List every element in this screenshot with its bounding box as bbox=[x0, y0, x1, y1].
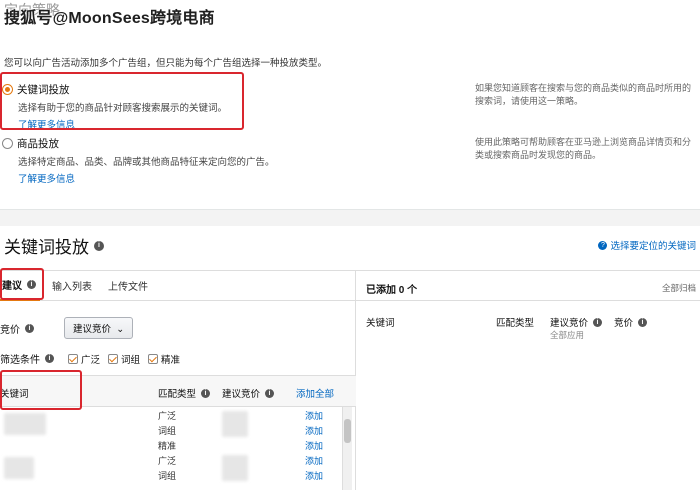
radio-product-targeting[interactable] bbox=[2, 138, 13, 149]
section-description: 您可以向广告活动添加多个广告组，但只能为每个广告组选择一种投放类型。 bbox=[4, 58, 328, 69]
table-row: 广泛 添加 bbox=[0, 452, 340, 467]
option-description: 选择特定商品、品类、品牌或其他商品特征来定向您的广告。 bbox=[18, 157, 275, 168]
suggestions-table-body: 广泛 添加 词组 添加 精准 添加 广泛 添加 词组 添加 bbox=[0, 407, 356, 490]
option-label: 关键词投放 bbox=[17, 84, 70, 96]
tab-label: 输入列表 bbox=[52, 282, 92, 293]
add-all-button[interactable]: 添加全部 bbox=[296, 386, 334, 400]
info-icon[interactable]: i bbox=[25, 323, 34, 333]
keyword-targeting-title: 关键词投放 i bbox=[4, 233, 104, 258]
option-note: 如果您知道顾客在搜索与您的商品类似的商品时所用的搜索词，请使用这一策略。 bbox=[475, 83, 692, 106]
col-match-type-label: 匹配类型 bbox=[158, 389, 197, 400]
filter-broad[interactable]: 广泛 bbox=[68, 352, 100, 366]
option-description: 选择有助于您的商品针对顾客搜索展示的关键词。 bbox=[18, 103, 228, 114]
col-suggested-bid: 建议竞价 i bbox=[550, 315, 603, 329]
table-row: 广泛 添加 bbox=[0, 407, 340, 422]
row-add-button[interactable]: 添加 bbox=[305, 454, 323, 467]
row-match-type: 词组 bbox=[158, 426, 177, 436]
added-keywords-panel: 已添加 0 个 全部归档 关键词 匹配类型 建议竞价 i 竞价 i 全部应用 bbox=[356, 270, 700, 490]
section-divider bbox=[0, 210, 700, 226]
col-match-type: 匹配类型 i bbox=[158, 386, 211, 400]
tab-suggested[interactable]: 建议 i bbox=[0, 271, 40, 301]
option-note: 使用此策略可帮助顾客在亚马逊上浏览商品详情页和分类或搜索商品时发现您的商品。 bbox=[475, 137, 692, 160]
learn-more-link[interactable]: 了解更多信息 bbox=[18, 171, 472, 185]
col-suggested-bid-label: 建议竞价 bbox=[550, 318, 589, 329]
bid-row: 竞价 i 建议竞价 ⌄ bbox=[0, 317, 134, 339]
col-bid: 竞价 i bbox=[614, 315, 648, 329]
filter-exact[interactable]: 精准 bbox=[148, 352, 180, 366]
tab-enter-list[interactable]: 输入列表 bbox=[48, 271, 96, 301]
info-icon[interactable]: i bbox=[27, 280, 36, 289]
info-icon[interactable]: i bbox=[94, 240, 104, 251]
filter-phrase[interactable]: 词组 bbox=[108, 352, 140, 366]
watermark: 搜狐号@MoonSees跨境电商 bbox=[4, 10, 215, 27]
choose-keywords-link[interactable]: ? 选择要定位的关键词 bbox=[598, 238, 696, 252]
keyword-targeting-title-text: 关键词投放 bbox=[4, 238, 89, 257]
checkbox-exact[interactable] bbox=[148, 353, 159, 364]
scrollbar-thumb[interactable] bbox=[344, 419, 351, 443]
option-product-targeting[interactable]: 商品投放 选择特定商品、品类、品牌或其他商品特征来定向您的广告。 了解更多信息 bbox=[2, 136, 472, 185]
bid-select[interactable]: 建议竞价 ⌄ bbox=[64, 317, 134, 339]
row-match-type: 词组 bbox=[158, 471, 177, 481]
row-match-type: 广泛 bbox=[158, 411, 177, 421]
option-keyword-targeting[interactable]: 关键词投放 选择有助于您的商品针对顾客搜索展示的关键词。 了解更多信息 bbox=[2, 82, 472, 131]
table-row: 词组 添加 bbox=[0, 467, 340, 482]
table-row: 词组 添加 bbox=[0, 422, 340, 437]
info-icon[interactable]: i bbox=[45, 354, 54, 363]
col-bid-label: 竞价 bbox=[614, 318, 634, 329]
tab-label: 建议 bbox=[2, 281, 22, 292]
option-label: 商品投放 bbox=[17, 138, 59, 150]
filter-exact-label: 精准 bbox=[161, 354, 181, 366]
row-add-button[interactable]: 添加 bbox=[305, 424, 323, 437]
archive-all-button[interactable]: 全部归档 bbox=[662, 282, 696, 294]
row-add-button[interactable]: 添加 bbox=[305, 469, 323, 482]
suggestions-table-header: 关键词 匹配类型 i 建议竞价 i 添加全部 bbox=[0, 375, 356, 407]
filter-label: 筛选条件 bbox=[0, 355, 40, 366]
tab-upload-file[interactable]: 上传文件 bbox=[104, 271, 152, 301]
apply-all-button[interactable]: 全部应用 bbox=[550, 329, 584, 341]
info-icon[interactable]: i bbox=[593, 317, 603, 327]
checkbox-phrase[interactable] bbox=[108, 353, 119, 364]
info-icon[interactable]: i bbox=[638, 317, 648, 327]
chevron-down-icon: ⌄ bbox=[113, 324, 125, 335]
col-match-type: 匹配类型 bbox=[496, 318, 535, 329]
table-row: 精准 添加 bbox=[0, 437, 340, 452]
question-icon: ? bbox=[598, 240, 608, 250]
info-icon[interactable]: i bbox=[265, 388, 275, 398]
tab-label: 上传文件 bbox=[108, 282, 148, 293]
learn-more-link[interactable]: 了解更多信息 bbox=[18, 117, 472, 131]
col-keyword: 关键词 bbox=[0, 389, 29, 400]
scrollbar[interactable] bbox=[342, 407, 352, 490]
row-match-type: 广泛 bbox=[158, 456, 177, 466]
col-suggested-bid-label: 建议竞价 bbox=[222, 389, 261, 400]
bid-label: 竞价 bbox=[0, 324, 20, 336]
filter-phrase-label: 词组 bbox=[121, 354, 141, 366]
filter-broad-label: 广泛 bbox=[81, 354, 101, 366]
suggestions-panel: 建议 i 输入列表 上传文件 竞价 i 建议竞价 ⌄ 筛选条件 i 广泛 词组 bbox=[0, 270, 356, 490]
targeting-strategy-section: 定向策略 您可以向广告活动添加多个广告组，但只能为每个广告组选择一种投放类型。 … bbox=[0, 0, 700, 210]
keyword-source-tabs: 建议 i 输入列表 上传文件 bbox=[0, 271, 356, 301]
filter-row: 筛选条件 i 广泛 词组 精准 bbox=[0, 351, 180, 366]
col-suggested-bid: 建议竞价 i bbox=[222, 386, 275, 400]
checkbox-broad[interactable] bbox=[68, 353, 78, 364]
col-keyword: 关键词 bbox=[366, 318, 395, 329]
added-count: 已添加 0 个 bbox=[366, 285, 418, 296]
row-add-button[interactable]: 添加 bbox=[305, 409, 323, 422]
bid-select-value: 建议竞价 bbox=[73, 324, 112, 335]
radio-keyword-targeting[interactable] bbox=[2, 84, 13, 95]
row-match-type: 精准 bbox=[158, 441, 177, 451]
row-add-button[interactable]: 添加 bbox=[305, 439, 323, 452]
info-icon[interactable]: i bbox=[201, 388, 211, 398]
choose-keywords-link-text[interactable]: 选择要定位的关键词 bbox=[610, 238, 696, 252]
added-keywords-header: 已添加 0 个 全部归档 bbox=[356, 271, 700, 301]
